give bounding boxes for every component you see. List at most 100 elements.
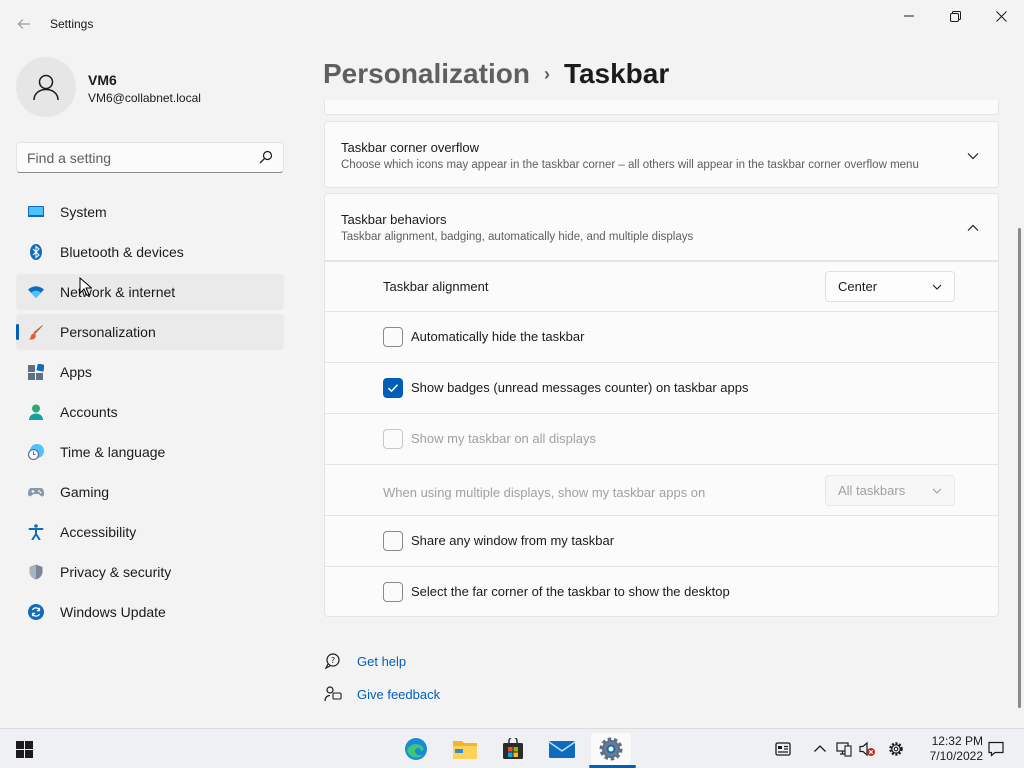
update-icon xyxy=(28,604,44,620)
get-help-link-row[interactable]: ? Get help xyxy=(324,652,406,670)
system-icon xyxy=(28,206,44,217)
sidebar-item-network[interactable]: Network & internet xyxy=(16,274,284,310)
sidebar-item-system[interactable]: System xyxy=(16,194,284,230)
clock[interactable]: 12:32 PM 7/10/2022 xyxy=(905,734,983,764)
checkbox-label[interactable]: Show badges (unread messages counter) on… xyxy=(411,380,748,395)
close-button[interactable] xyxy=(978,0,1024,32)
restore-button[interactable] xyxy=(932,0,978,32)
far-corner-checkbox[interactable] xyxy=(383,582,403,602)
widgets-icon[interactable] xyxy=(775,741,791,757)
search-icon[interactable] xyxy=(259,150,273,164)
clock-globe-icon xyxy=(28,444,44,460)
chevron-up-icon[interactable] xyxy=(966,221,980,235)
sidebar-item-privacy[interactable]: Privacy & security xyxy=(16,554,284,590)
give-feedback-link[interactable]: Give feedback xyxy=(357,687,440,702)
give-feedback-link-row[interactable]: Give feedback xyxy=(324,685,440,703)
back-arrow-icon xyxy=(17,19,30,29)
file-explorer-icon xyxy=(453,741,477,759)
network-icon[interactable] xyxy=(836,741,852,757)
account-email: VM6@collabnet.local xyxy=(88,91,201,105)
sidebar-item-windows-update[interactable]: Windows Update xyxy=(16,594,284,630)
taskbar-file-explorer[interactable] xyxy=(445,733,485,765)
sidebar-item-label: Time & language xyxy=(60,444,166,460)
sidebar-item-apps[interactable]: Apps xyxy=(16,354,284,390)
accessibility-icon xyxy=(28,524,44,540)
card-taskbar-corner-overflow[interactable]: Taskbar corner overflow Choose which ico… xyxy=(324,121,999,188)
setting-row-share-window: Share any window from my taskbar xyxy=(324,515,999,566)
help-icon: ? xyxy=(324,653,340,670)
avatar[interactable] xyxy=(16,57,76,117)
sidebar-item-gaming[interactable]: Gaming xyxy=(16,474,284,510)
taskbar-store[interactable] xyxy=(493,733,533,765)
card-description: Taskbar alignment, badging, automaticall… xyxy=(341,231,694,243)
taskbar-settings[interactable] xyxy=(591,733,631,765)
checkbox-label: Show my taskbar on all displays xyxy=(411,431,596,446)
user-icon xyxy=(33,74,59,101)
sidebar-item-label: Privacy & security xyxy=(60,564,172,580)
accounts-icon xyxy=(29,404,43,420)
restore-icon xyxy=(949,10,961,22)
chevron-down-icon[interactable] xyxy=(966,149,980,163)
setting-row-auto-hide: Automatically hide the taskbar xyxy=(324,311,999,362)
volume-muted-icon[interactable] xyxy=(859,741,875,757)
checkmark-icon xyxy=(387,384,399,393)
search-box[interactable] xyxy=(16,142,284,173)
account-name: VM6 xyxy=(88,72,117,88)
gear-icon[interactable] xyxy=(888,741,904,757)
breadcrumb-separator: › xyxy=(543,63,550,84)
back-button[interactable] xyxy=(12,12,36,36)
app-title: Settings xyxy=(50,17,94,31)
apps-icon xyxy=(28,364,44,380)
multi-display-dropdown: All taskbars xyxy=(825,475,955,506)
start-icon xyxy=(15,740,33,758)
setting-row-far-corner: Select the far corner of the taskbar to … xyxy=(324,566,999,617)
sidebar-item-label: Windows Update xyxy=(60,604,166,620)
all-displays-checkbox xyxy=(383,429,403,449)
setting-label: When using multiple displays, show my ta… xyxy=(383,485,706,500)
share-window-checkbox[interactable] xyxy=(383,531,403,551)
start-button[interactable] xyxy=(4,733,44,765)
taskbar-alignment-dropdown[interactable]: Center xyxy=(825,271,955,302)
sidebar-item-time-language[interactable]: Time & language xyxy=(16,434,284,470)
mail-icon xyxy=(549,741,575,758)
sidebar-item-label: Accessibility xyxy=(60,524,137,540)
sidebar-item-label: Bluetooth & devices xyxy=(60,244,184,260)
checkbox-label[interactable]: Automatically hide the taskbar xyxy=(411,329,584,344)
svg-text:?: ? xyxy=(331,656,335,665)
clock-time: 12:32 PM xyxy=(931,734,983,748)
card-scrolled-above xyxy=(324,100,999,115)
setting-row-badges: Show badges (unread messages counter) on… xyxy=(324,362,999,413)
search-input[interactable] xyxy=(17,143,247,172)
taskbar-edge[interactable] xyxy=(396,733,436,765)
breadcrumb-parent[interactable]: Personalization xyxy=(323,58,530,90)
gamepad-icon xyxy=(28,488,44,497)
brush-icon xyxy=(28,325,43,340)
checkbox-label[interactable]: Share any window from my taskbar xyxy=(411,533,614,548)
minimize-button[interactable] xyxy=(886,0,932,32)
sidebar-item-label: Personalization xyxy=(60,324,156,340)
card-taskbar-behaviors[interactable]: Taskbar behaviors Taskbar alignment, bad… xyxy=(324,193,999,261)
notifications-icon[interactable] xyxy=(988,741,1004,757)
sidebar-item-accounts[interactable]: Accounts xyxy=(16,394,284,430)
sidebar-item-personalization[interactable]: Personalization xyxy=(16,314,284,350)
chevron-up-icon[interactable] xyxy=(812,741,828,757)
chevron-down-icon xyxy=(932,284,942,290)
minimize-icon xyxy=(904,15,914,17)
taskbar-mail[interactable] xyxy=(542,733,582,765)
sidebar-item-label: Gaming xyxy=(60,484,110,500)
sidebar-item-accessibility[interactable]: Accessibility xyxy=(16,514,284,550)
get-help-link[interactable]: Get help xyxy=(357,654,406,669)
card-title: Taskbar corner overflow xyxy=(341,140,479,155)
checkbox-label[interactable]: Select the far corner of the taskbar to … xyxy=(411,584,730,599)
sidebar-item-bluetooth[interactable]: Bluetooth & devices xyxy=(16,234,284,270)
sidebar-item-label: Apps xyxy=(60,364,92,380)
setting-row-taskbar-alignment: Taskbar alignment Center xyxy=(324,261,999,312)
sidebar-item-label: Accounts xyxy=(60,404,118,420)
shield-icon xyxy=(29,564,43,580)
edge-icon xyxy=(405,738,427,760)
title-bar: Settings xyxy=(0,0,1024,48)
scrollbar[interactable] xyxy=(1018,228,1021,708)
auto-hide-checkbox[interactable] xyxy=(383,327,403,347)
clock-date: 7/10/2022 xyxy=(929,749,983,763)
show-badges-checkbox[interactable] xyxy=(383,378,403,398)
